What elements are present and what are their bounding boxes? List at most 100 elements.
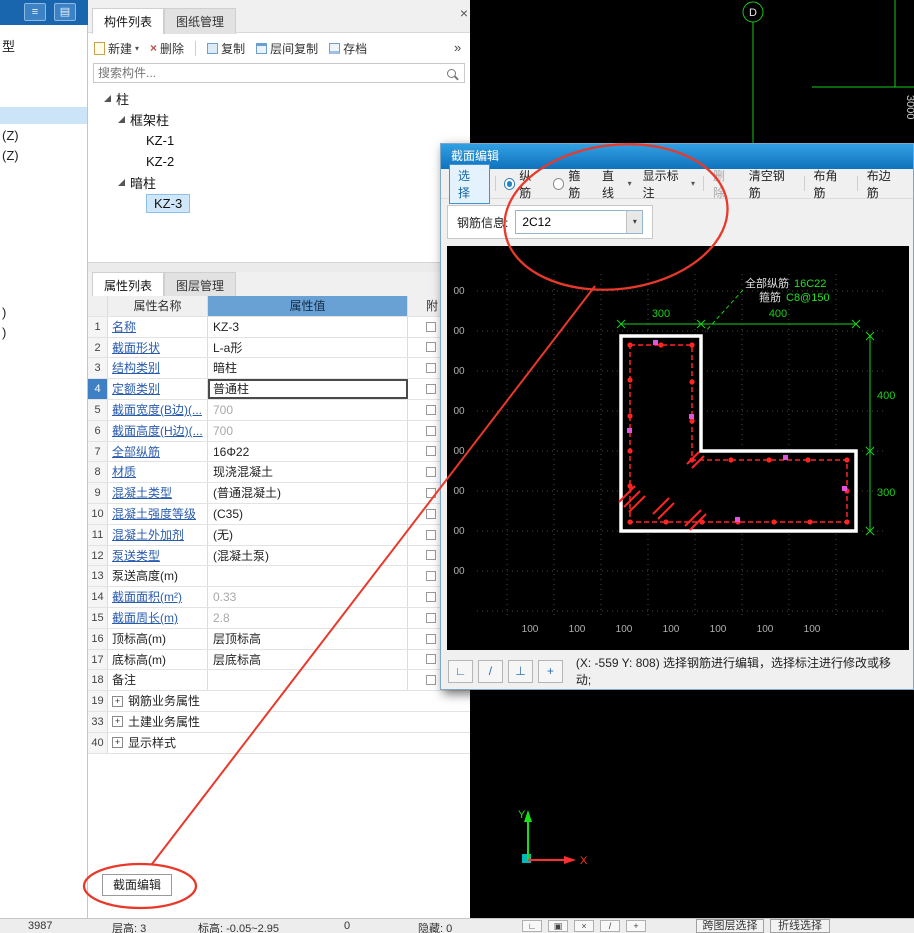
property-name[interactable]: 截面形状	[108, 337, 208, 358]
list-icon[interactable]: ≡	[24, 3, 46, 21]
property-name[interactable]: 底标高(m)	[108, 649, 208, 670]
group-row-civil[interactable]: 33 + 土建业务属性	[88, 711, 470, 733]
attach-checkbox[interactable]	[426, 363, 436, 374]
property-value[interactable]: 0.33	[208, 587, 408, 607]
attach-checkbox[interactable]	[426, 446, 436, 457]
panel-splitter[interactable]	[88, 262, 470, 272]
attach-checkbox[interactable]	[426, 612, 436, 623]
stirrup-radio[interactable]: 箍筋	[550, 165, 594, 203]
table-row[interactable]: 12 泵送类型 (混凝土泵)	[88, 545, 470, 567]
property-value[interactable]: 700	[208, 399, 408, 420]
property-name[interactable]: 截面周长(m)	[108, 607, 208, 628]
flip-tool-button[interactable]: ⊥	[507, 659, 533, 683]
table-row[interactable]: 5 截面宽度(B边)(... 700	[88, 399, 470, 421]
column-section-outline[interactable]	[619, 334, 858, 533]
table-row[interactable]: 1 名称 KZ-3	[88, 316, 470, 338]
combo-dropdown-button[interactable]: ▾	[626, 211, 643, 233]
property-name[interactable]: 泵送高度(m)	[108, 566, 208, 587]
tree-item-kz3[interactable]: KZ-3	[88, 193, 470, 214]
table-row-selected[interactable]: 4 定额类别 普通柱	[88, 379, 470, 400]
attach-checkbox[interactable]	[426, 321, 436, 332]
table-row[interactable]: 14 截面面积(m²) 0.33	[88, 587, 470, 608]
draw-tool-button[interactable]: /	[477, 659, 503, 683]
panel-layout-icon[interactable]: ▤	[54, 3, 76, 21]
radio-on-icon[interactable]	[503, 177, 516, 190]
attach-checkbox[interactable]	[426, 592, 436, 603]
table-row[interactable]: 2 截面形状 L-a形	[88, 337, 470, 359]
attach-checkbox[interactable]	[426, 550, 436, 561]
rebar-info-input[interactable]	[516, 215, 627, 229]
tab-property-list[interactable]: 属性列表	[92, 272, 165, 298]
property-name[interactable]: 顶标高(m)	[108, 628, 208, 649]
rebar-info-combo[interactable]: ▾	[515, 210, 644, 234]
property-name[interactable]: 定额类别	[108, 379, 208, 399]
property-name[interactable]: 备注	[108, 670, 208, 691]
line-tool-dropdown[interactable]: 直线 ▾	[599, 165, 635, 203]
expand-icon[interactable]: +	[112, 716, 123, 728]
section-edit-button[interactable]: 截面编辑	[102, 874, 172, 896]
table-row[interactable]: 15 截面周长(m) 2.8	[88, 607, 470, 629]
table-row[interactable]: 10 混凝土强度等级 (C35)	[88, 503, 470, 525]
corner-select-icon[interactable]: ∟	[522, 920, 542, 932]
property-name[interactable]: 截面高度(H边)(...	[108, 420, 208, 441]
property-value-editing[interactable]: 普通柱	[208, 379, 408, 399]
property-value[interactable]: L-a形	[208, 337, 408, 358]
copy-button[interactable]: 复制	[207, 40, 245, 57]
table-row[interactable]: 16 顶标高(m) 层顶标高	[88, 628, 470, 650]
delete-rebar-button[interactable]: 删除	[709, 165, 740, 203]
property-value[interactable]	[208, 566, 408, 587]
table-row[interactable]: 17 底标高(m) 层底标高	[88, 649, 470, 671]
edge-bar-button[interactable]: 布边筋	[863, 165, 905, 203]
property-value[interactable]: (普通混凝土)	[208, 483, 408, 503]
property-value[interactable]: 层底标高	[208, 649, 408, 670]
attach-checkbox[interactable]	[426, 529, 436, 540]
property-name[interactable]: 混凝土类型	[108, 483, 208, 503]
attach-checkbox[interactable]	[426, 467, 436, 478]
property-value[interactable]: 2.8	[208, 607, 408, 628]
property-name[interactable]: 泵送类型	[108, 545, 208, 566]
new-button[interactable]: 新建 ▾	[94, 40, 139, 57]
move-tool-button[interactable]: +	[537, 659, 563, 683]
section-canvas[interactable]: 100 100 100 100 100 100 100 00 00 00 00 00 00 00 00	[447, 246, 909, 650]
property-name[interactable]: 混凝土强度等级	[108, 503, 208, 524]
tree-item-column[interactable]: 柱	[88, 88, 470, 109]
corner-bar-button[interactable]: 布角筋	[809, 165, 851, 203]
delete-button[interactable]: × 删除	[150, 40, 184, 57]
cross-select-icon[interactable]: ×	[574, 920, 594, 932]
property-value[interactable]: 现浇混凝土	[208, 462, 408, 483]
add-select-icon[interactable]: +	[626, 920, 646, 932]
expanded-arrow-icon[interactable]	[104, 95, 111, 102]
property-value[interactable]: 层顶标高	[208, 628, 408, 649]
radio-off-icon[interactable]	[552, 177, 565, 190]
floor-copy-button[interactable]: 层间复制	[256, 40, 318, 57]
property-name[interactable]: 结构类别	[108, 358, 208, 379]
tree-item-hidden-column[interactable]: 暗柱	[88, 172, 470, 193]
attach-checkbox[interactable]	[426, 508, 436, 519]
box-select-icon[interactable]: ▣	[548, 920, 568, 932]
toolbar-overflow-button[interactable]: »	[454, 40, 461, 55]
attach-checkbox[interactable]	[426, 384, 436, 395]
property-value[interactable]: (混凝土泵)	[208, 545, 408, 566]
angle-tool-button[interactable]: ∟	[448, 659, 473, 683]
selected-row-fragment[interactable]	[0, 107, 87, 124]
table-row[interactable]: 3 结构类别 暗柱	[88, 358, 470, 380]
table-row[interactable]: 11 混凝土外加剂 (无)	[88, 524, 470, 546]
table-row[interactable]: 9 混凝土类型 (普通混凝土)	[88, 483, 470, 504]
property-name[interactable]: 截面宽度(B边)(...	[108, 399, 208, 420]
longitudinal-radio[interactable]: 纵筋	[501, 165, 545, 203]
archive-button[interactable]: 存档	[329, 40, 367, 57]
attach-checkbox[interactable]	[426, 425, 436, 436]
expand-icon[interactable]: +	[112, 737, 123, 749]
property-value[interactable]: KZ-3	[208, 316, 408, 337]
table-row[interactable]: 8 材质 现浇混凝土	[88, 462, 470, 484]
attach-checkbox[interactable]	[426, 342, 436, 353]
attach-checkbox[interactable]	[426, 675, 436, 686]
expanded-arrow-icon[interactable]	[118, 179, 125, 186]
search-icon[interactable]	[447, 68, 456, 78]
property-value[interactable]: 16Φ22	[208, 441, 408, 462]
property-value[interactable]	[208, 670, 408, 691]
tree-item-kz1[interactable]: KZ-1	[88, 130, 470, 151]
line-select-icon[interactable]: /	[600, 920, 620, 932]
attach-checkbox[interactable]	[426, 633, 436, 644]
search-input[interactable]	[94, 66, 447, 80]
